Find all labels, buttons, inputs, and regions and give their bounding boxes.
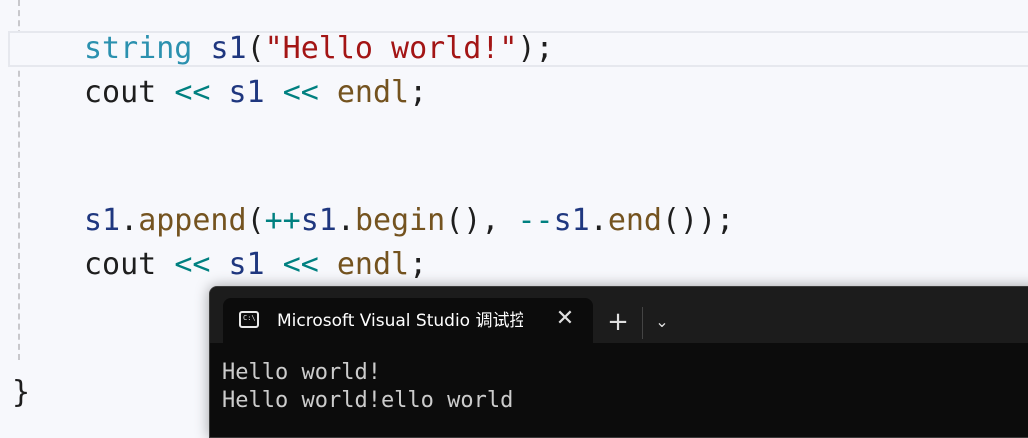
- variable: s1: [553, 203, 590, 238]
- output-line: Hello world!: [222, 360, 381, 385]
- variable: s1: [228, 75, 265, 110]
- punctuation: (: [246, 31, 265, 66]
- output-line: Hello world!ello world: [222, 388, 514, 413]
- punctuation: );: [517, 31, 554, 66]
- operator: ++: [264, 203, 301, 238]
- tab-title: Microsoft Visual Studio 调试控制台: [277, 311, 523, 331]
- punctuation: ;: [409, 247, 428, 282]
- variable: s1: [210, 31, 247, 66]
- code-line-3[interactable]: s1.append(++s1.begin(), --s1.end());: [84, 203, 734, 239]
- punctuation: .: [336, 203, 355, 238]
- identifier: cout: [84, 247, 157, 282]
- terminal-tab-bar: C:\ Microsoft Visual Studio 调试控制台 ✕ + ⌄: [210, 287, 1028, 343]
- punctuation: (: [246, 203, 265, 238]
- function-name: endl: [336, 75, 410, 110]
- code-line-1[interactable]: string s1("Hello world!");: [84, 31, 554, 67]
- punctuation: ());: [662, 203, 735, 238]
- punctuation: .: [589, 203, 608, 238]
- code-line-4[interactable]: cout << s1 << endl;: [84, 247, 427, 283]
- closing-brace: }: [12, 375, 31, 410]
- code-line-2[interactable]: cout << s1 << endl;: [84, 75, 427, 111]
- function-name: append: [138, 203, 247, 238]
- operator: <<: [174, 75, 211, 110]
- tab-separator: [642, 307, 643, 339]
- operator: --: [517, 203, 554, 238]
- variable: s1: [84, 203, 121, 238]
- function-name: endl: [336, 247, 410, 282]
- function-name: end: [607, 203, 662, 238]
- punctuation: .: [120, 203, 139, 238]
- chevron-down-icon[interactable]: ⌄: [652, 310, 672, 334]
- console-icon: C:\: [239, 311, 259, 328]
- operator: <<: [174, 247, 211, 282]
- operator: <<: [282, 247, 319, 282]
- type-keyword: string: [84, 31, 193, 66]
- close-icon[interactable]: ✕: [553, 307, 577, 331]
- function-name: begin: [354, 203, 446, 238]
- terminal-tab[interactable]: C:\ Microsoft Visual Studio 调试控制台 ✕: [223, 298, 593, 343]
- terminal-output[interactable]: Hello world! Hello world!ello world: [222, 359, 513, 415]
- punctuation: ;: [409, 75, 428, 110]
- debug-console-window[interactable]: C:\ Microsoft Visual Studio 调试控制台 ✕ + ⌄ …: [209, 286, 1028, 438]
- punctuation: (),: [445, 203, 500, 238]
- variable: s1: [300, 203, 337, 238]
- new-tab-button[interactable]: +: [604, 308, 632, 336]
- variable: s1: [228, 247, 265, 282]
- string-literal: "Hello world!": [264, 31, 518, 66]
- identifier: cout: [84, 75, 157, 110]
- operator: <<: [282, 75, 319, 110]
